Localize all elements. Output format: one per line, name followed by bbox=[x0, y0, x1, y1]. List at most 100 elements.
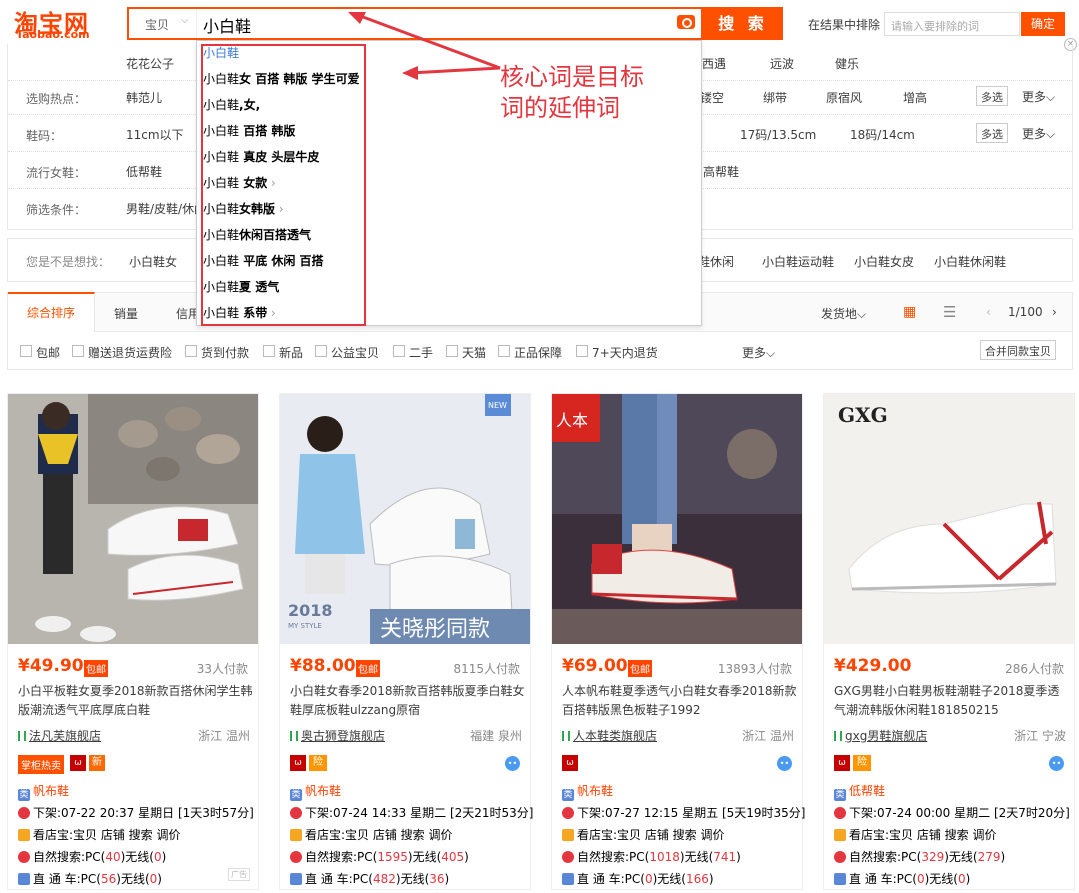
filter-item[interactable]: 远波 bbox=[770, 55, 794, 72]
more-button[interactable]: 更多⌵ bbox=[1022, 125, 1055, 142]
shelf-time: 下架:07-24 14:33 星期二 [2天21时53分] bbox=[290, 804, 533, 821]
option-label: 货到付款 bbox=[201, 346, 250, 360]
direct-label: 直 通 车:PC( bbox=[33, 872, 101, 886]
checkbox[interactable] bbox=[185, 345, 197, 357]
category-icon: 类 bbox=[834, 789, 846, 801]
list-view-icon[interactable]: ☰ bbox=[943, 303, 956, 321]
person-icon bbox=[834, 851, 846, 863]
ship-from-select[interactable]: 发货地⌵ bbox=[821, 305, 866, 322]
wangwang-icon[interactable]: •• bbox=[777, 756, 792, 771]
checkbox[interactable] bbox=[263, 345, 275, 357]
category-label: 低帮鞋 bbox=[849, 784, 886, 798]
more-options-button[interactable]: 更多⌵ bbox=[742, 344, 775, 361]
product-card[interactable]: 人本 ¥69.00 包邮 13893人付款 人本帆布鞋夏季透气小白鞋女春季201… bbox=[551, 393, 805, 890]
close-paren: ) bbox=[161, 850, 167, 864]
filter-item[interactable]: 韩范儿 bbox=[126, 89, 162, 106]
related-item[interactable]: 小白鞋运动鞋 bbox=[762, 253, 834, 270]
product-card[interactable]: NEW 2018 MY STYLE 关晓彤同款 ¥88.00 包邮 8115人付… bbox=[279, 393, 533, 890]
checkbox[interactable] bbox=[576, 345, 588, 357]
filter-item[interactable]: 镂空 bbox=[700, 89, 724, 106]
filter-item[interactable]: 花花公子 bbox=[126, 55, 174, 72]
product-price: ¥429.00 bbox=[834, 656, 912, 676]
checkbox[interactable] bbox=[393, 345, 405, 357]
exclude-confirm-button[interactable]: 确定 bbox=[1021, 12, 1065, 36]
store-rank[interactable]: 看店宝:宝贝 店铺 搜索 调价 bbox=[834, 826, 997, 843]
category-line: 类帆布鞋 bbox=[562, 782, 613, 801]
person-icon bbox=[18, 851, 30, 863]
exclude-input[interactable]: 请输入要排除的词 bbox=[884, 12, 1020, 36]
natural-mobile: 741 bbox=[713, 850, 737, 864]
wangwang-icon[interactable]: •• bbox=[505, 756, 520, 771]
sort-default-tab[interactable]: 综合排序 bbox=[8, 292, 95, 332]
checkbox[interactable] bbox=[315, 345, 327, 357]
direct-mobile: 0 bbox=[958, 872, 966, 886]
filter-item[interactable]: 低帮鞋 bbox=[126, 163, 162, 180]
filter-item[interactable]: 增高 bbox=[903, 89, 927, 106]
product-title[interactable]: 小白平板鞋女夏季2018新款百搭休闲学生韩版潮流透气平底厚底白鞋 bbox=[18, 682, 254, 720]
multi-select-button[interactable]: 多选 bbox=[976, 123, 1008, 143]
filter-item[interactable]: 绑带 bbox=[763, 89, 787, 106]
product-title[interactable]: 小白鞋女春季2018新款百搭韩版夏季白鞋女鞋厚底板鞋ulzzang原宿 bbox=[290, 682, 526, 720]
grid-view-icon[interactable]: ▦ bbox=[903, 304, 916, 320]
product-card[interactable]: ¥49.90 包邮 33人付款 小白平板鞋女夏季2018新款百搭休闲学生韩版潮流… bbox=[7, 393, 259, 890]
car-icon bbox=[18, 873, 30, 885]
checkbox[interactable] bbox=[498, 345, 510, 357]
filter-label: 选购热点： bbox=[26, 92, 87, 106]
more-button[interactable]: 更多⌵ bbox=[1022, 88, 1055, 105]
multi-select-button[interactable]: 多选 bbox=[976, 86, 1008, 106]
filter-item[interactable]: 原宿风 bbox=[826, 89, 862, 106]
store-rank[interactable]: 看店宝:宝贝 店铺 搜索 调价 bbox=[18, 826, 181, 843]
store-rank-text: 看店宝:宝贝 店铺 搜索 调价 bbox=[33, 828, 181, 842]
more-label: 更多 bbox=[1022, 127, 1047, 141]
related-item[interactable]: 小白鞋女 bbox=[129, 253, 177, 270]
close-paren: ) bbox=[157, 872, 162, 886]
shop-link[interactable]: 奥古狮登旗舰店 bbox=[290, 727, 385, 744]
location: 浙江 温州 bbox=[198, 729, 250, 743]
filter-item[interactable]: 11cm以下 bbox=[126, 126, 184, 143]
prev-page-icon[interactable]: ‹ bbox=[986, 305, 991, 319]
close-paren: ) bbox=[965, 872, 971, 886]
product-image[interactable] bbox=[8, 394, 258, 644]
checkbox[interactable] bbox=[446, 345, 458, 357]
ad-tag: 广告 bbox=[228, 868, 250, 881]
wangwang-icon[interactable]: •• bbox=[1049, 756, 1064, 771]
next-page-icon[interactable]: › bbox=[1052, 305, 1057, 319]
merge-same-button[interactable]: 合并同款宝贝 bbox=[980, 340, 1056, 360]
shop-link[interactable]: gxg男鞋旗舰店 bbox=[834, 727, 927, 744]
product-image[interactable]: 人本 bbox=[552, 394, 802, 644]
shop-name: gxg男鞋旗舰店 bbox=[845, 729, 928, 743]
checkbox[interactable] bbox=[20, 345, 32, 357]
related-item[interactable]: 小白鞋女皮 bbox=[854, 253, 914, 270]
shop-link[interactable]: 人本鞋类旗舰店 bbox=[562, 727, 657, 744]
shop-icon bbox=[562, 731, 570, 741]
product-image[interactable]: NEW 2018 MY STYLE 关晓彤同款 bbox=[280, 394, 530, 644]
filter-item[interactable]: 健乐 bbox=[835, 55, 859, 72]
filter-item[interactable]: 高帮鞋 bbox=[703, 163, 739, 180]
product-card[interactable]: GXG ¥429.00 286人付款 GXG男鞋小白鞋男板鞋潮鞋子2018夏季透… bbox=[823, 393, 1075, 890]
store-rank[interactable]: 看店宝:宝贝 店铺 搜索 调价 bbox=[290, 826, 453, 843]
camera-icon[interactable] bbox=[677, 15, 695, 29]
option-bar: 包邮 赠送退货运费险 货到付款 新品 公益宝贝 二手 天猫 正品保障 7+天内退… bbox=[7, 332, 1073, 370]
search-category-select[interactable]: 宝贝 ⌵ bbox=[129, 9, 197, 38]
filter-item[interactable]: 男鞋/皮鞋/休闲 bbox=[126, 200, 206, 217]
filter-item[interactable]: 18码/14cm bbox=[850, 126, 915, 143]
filter-item[interactable]: /西遇 bbox=[698, 55, 726, 72]
natural-mobile: 279 bbox=[977, 850, 1001, 864]
shop-link[interactable]: 法凡芙旗舰店 bbox=[18, 727, 101, 744]
related-item[interactable]: 小白鞋休闲鞋 bbox=[934, 253, 1006, 270]
search-input[interactable]: 小白鞋 bbox=[203, 13, 251, 37]
filter-item[interactable]: 17码/13.5cm bbox=[740, 126, 816, 143]
checkbox[interactable] bbox=[72, 345, 84, 357]
natural-pc: 40 bbox=[105, 850, 121, 864]
search-button[interactable]: 搜 索 bbox=[703, 7, 783, 40]
check-icon bbox=[562, 829, 574, 841]
product-title[interactable]: 人本帆布鞋夏季透气小白鞋女春季2018新款百搭韩版黑色板鞋子1992 bbox=[562, 682, 798, 720]
store-rank[interactable]: 看店宝:宝贝 店铺 搜索 调价 bbox=[562, 826, 725, 843]
location: 浙江 宁波 bbox=[1014, 729, 1066, 743]
product-image[interactable]: GXG bbox=[824, 394, 1074, 644]
related-item[interactable]: 鞋休闲 bbox=[698, 253, 734, 270]
direct-train: 直 通 车:PC(0)无线(166) bbox=[562, 870, 714, 887]
search-category-label: 宝贝 bbox=[145, 18, 170, 32]
product-title[interactable]: GXG男鞋小白鞋男板鞋潮鞋子2018夏季透气潮流韩版休闲鞋181850215 bbox=[834, 682, 1070, 720]
sort-sales-tab[interactable]: 销量 bbox=[114, 305, 138, 322]
